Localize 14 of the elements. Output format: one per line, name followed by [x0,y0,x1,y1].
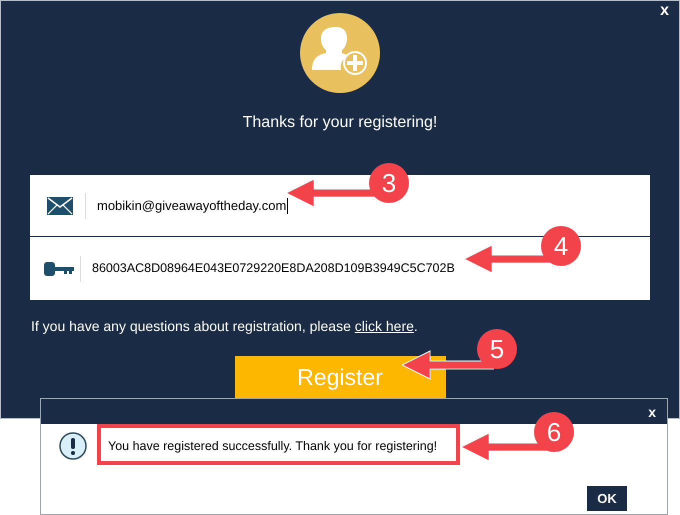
help-text: If you have any questions about registration, please click here. [31,317,418,336]
close-button[interactable]: x [648,404,656,418]
text-cursor [287,198,288,214]
close-button[interactable]: x [660,3,669,19]
message-text: You have registered successfully. Thank you for registering! [108,438,438,455]
key-value: 86003AC8D08964E043E0729220E8DA208D109B3949C5C702B [92,260,455,278]
help-link[interactable]: click here [354,318,414,334]
envelope-icon [47,196,73,214]
email-value: mobikin@giveawayoftheday.com [97,196,286,215]
add-user-icon [300,13,380,93]
key-icon [44,260,74,276]
ok-button[interactable]: OK [587,486,627,511]
heading: Thanks for your registering! [242,113,438,133]
exclamation-icon [59,432,87,460]
